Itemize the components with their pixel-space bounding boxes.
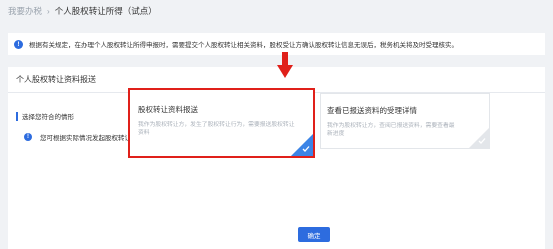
- option-card-submit[interactable]: 股权转让资料报送 我作为股权转让方，发生了股权转让行为，需要报送股权转让资料: [128, 88, 315, 158]
- info-icon: !: [14, 39, 23, 49]
- confirm-button[interactable]: 确定: [298, 227, 330, 242]
- breadcrumb: 我要办税 › 个人股权转让所得（试点）: [8, 3, 157, 19]
- card-desc: 我作为股权转让方，查阅已报送资料，需要查看最新进度: [327, 123, 455, 138]
- section-bar: [16, 111, 18, 121]
- breadcrumb-current: 个人股权转让所得（试点）: [54, 6, 157, 16]
- breadcrumb-separator: ›: [47, 6, 50, 16]
- checkmark-icon: [302, 146, 310, 152]
- section-label-text: 选择您符合的情形: [22, 114, 74, 121]
- card-title: 股权转让资料报送: [138, 105, 198, 114]
- option-card-view[interactable]: 查看已报送资料的受理详情 我作为股权转让方，查阅已报送资料，需要查看最新进度: [320, 93, 490, 149]
- notice-text: 根据有关规定，在办理个人股权转让所得申报时，需要提交个人股权转让相关资料，股权受…: [29, 42, 458, 49]
- breadcrumb-link-home[interactable]: 我要办税: [8, 5, 42, 17]
- card-desc: 我作为股权转让方，发生了股权转让行为，需要报送股权转让资料: [138, 122, 295, 137]
- section-label: 选择您符合的情形: [16, 111, 74, 121]
- arrow-down-icon: [277, 52, 293, 78]
- card-title: 查看已报送资料的受理详情: [327, 106, 417, 115]
- checkmark-icon: [478, 138, 486, 144]
- hint-info-icon: !: [24, 133, 32, 141]
